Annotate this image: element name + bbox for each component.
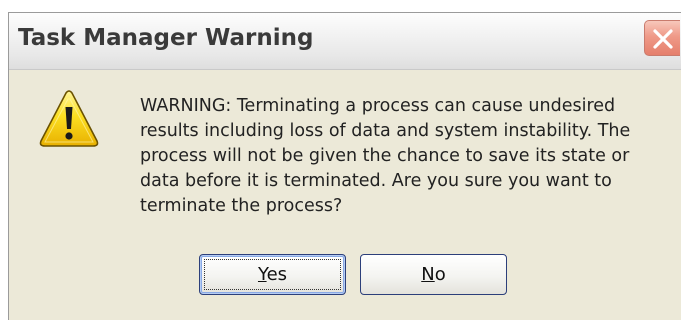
title-bar[interactable]: Task Manager Warning	[9, 13, 681, 70]
yes-label-rest: es	[266, 264, 288, 285]
no-button-label: No	[421, 264, 445, 285]
yes-button[interactable]: Yes	[199, 254, 346, 295]
close-button[interactable]	[644, 20, 680, 56]
close-x-icon	[653, 29, 673, 49]
warning-triangle-icon	[39, 90, 99, 147]
message-line: results including loss of data and syste…	[140, 121, 631, 141]
no-button[interactable]: No	[360, 254, 507, 295]
warning-message: WARNING: Terminating a process can cause…	[140, 94, 680, 219]
yes-mnemonic: Y	[257, 264, 267, 285]
no-mnemonic: N	[421, 264, 435, 285]
task-manager-warning-dialog: Task Manager Warning WARNING: Terminatin…	[8, 12, 681, 320]
message-line: data before it is terminated. Are you su…	[140, 171, 612, 191]
message-line: process will not be given the chance to …	[140, 146, 630, 166]
window-title: Task Manager Warning	[18, 25, 314, 51]
yes-button-label: Yes	[258, 264, 287, 285]
no-label-rest: o	[434, 264, 446, 285]
message-line: WARNING: Terminating a process can cause…	[140, 96, 616, 116]
message-line: terminate the process?	[140, 196, 343, 216]
